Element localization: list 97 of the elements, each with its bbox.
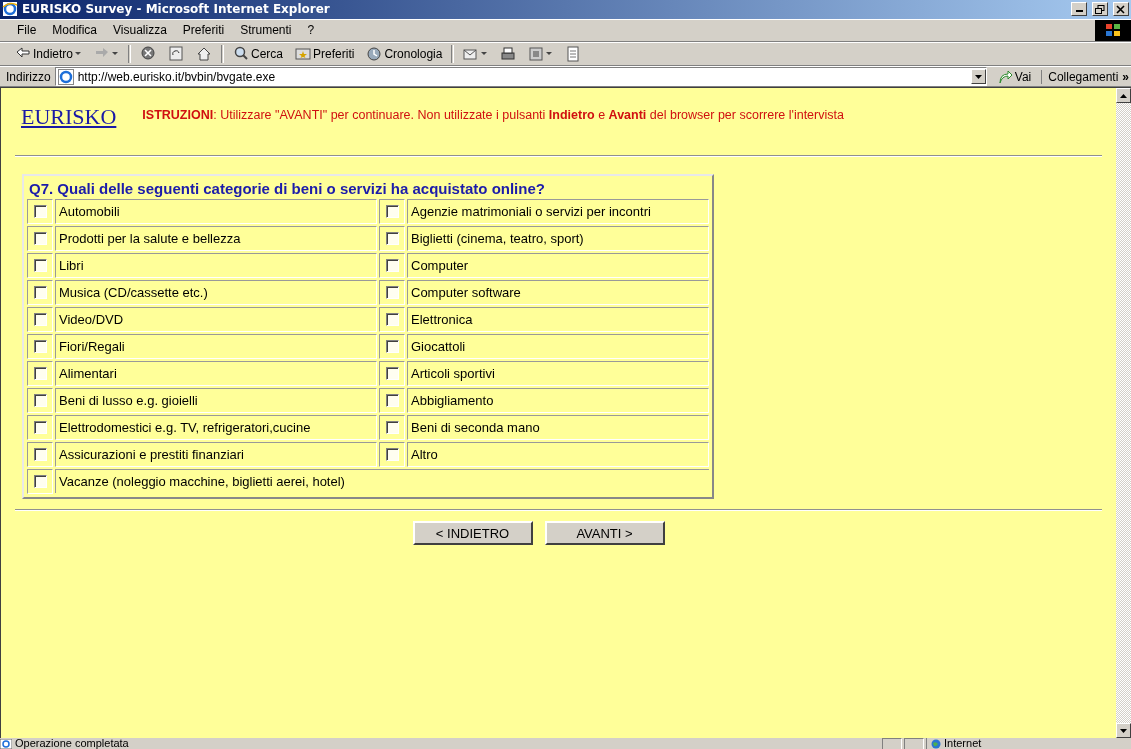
question-text: Q7. Quali delle seguenti categorie di beni o servizi ha acquistato online? <box>28 179 546 200</box>
close-button[interactable] <box>1113 2 1129 17</box>
option-label: Automobili <box>55 199 377 225</box>
address-field[interactable]: http://web.eurisko.it/bvbin/bvgate.exe <box>54 67 987 87</box>
option-label: Assicurazioni e prestiti finanziari <box>55 442 377 468</box>
option-label: Elettronica <box>407 307 709 333</box>
restore-icon <box>1095 4 1105 14</box>
go-arrow-icon <box>996 69 1013 84</box>
checkbox[interactable] <box>33 367 47 381</box>
window-title: EURISKO Survey - Microsoft Internet Explorer <box>22 2 331 17</box>
search-icon <box>233 45 250 62</box>
checkbox[interactable] <box>33 286 47 300</box>
option-label: Alimentari <box>55 361 377 387</box>
globe-icon <box>931 738 941 749</box>
restore-button[interactable] <box>1092 2 1108 17</box>
scroll-down-icon[interactable] <box>1120 728 1127 733</box>
refresh-icon <box>168 45 185 62</box>
document-icon <box>565 45 582 62</box>
option-label: Fiori/Regali <box>55 334 377 360</box>
option-label: Musica (CD/cassette etc.) <box>55 280 377 306</box>
caret-icon <box>974 74 982 79</box>
checkbox[interactable] <box>385 394 399 408</box>
windows-logo-icon <box>1095 19 1131 41</box>
history-button[interactable]: Cronologia <box>363 44 446 63</box>
zone-text: Internet <box>944 738 982 749</box>
checkbox[interactable] <box>385 313 399 327</box>
checkbox[interactable] <box>33 475 47 489</box>
checkbox[interactable] <box>385 421 399 435</box>
option-label: Articoli sportivi <box>407 361 709 387</box>
option-label: Libri <box>55 253 377 279</box>
option-label: Beni di seconda mano <box>407 415 709 441</box>
option-label: Altro <box>407 442 709 468</box>
checkbox[interactable] <box>33 259 47 273</box>
next-button[interactable]: AVANTI > <box>544 521 665 546</box>
status-panel <box>904 738 924 749</box>
checkbox[interactable] <box>33 448 47 462</box>
checkbox[interactable] <box>385 286 399 300</box>
menu-item[interactable]: ? <box>300 21 322 40</box>
history-icon <box>366 45 383 62</box>
checkbox[interactable] <box>385 232 399 246</box>
links-label[interactable]: Collegamenti <box>1041 69 1119 84</box>
option-label: Prodotti per la salute e bellezza <box>55 226 377 252</box>
go-button[interactable]: Vai <box>990 69 1038 84</box>
checkbox[interactable] <box>385 367 399 381</box>
caret-icon <box>75 51 83 56</box>
caret-icon <box>112 51 120 56</box>
search-button[interactable]: Cerca <box>230 44 287 63</box>
checkbox[interactable] <box>33 340 47 354</box>
menu-item[interactable]: Visualizza <box>106 21 174 40</box>
stop-icon <box>140 45 157 62</box>
menu-item[interactable]: File <box>10 21 44 40</box>
checkbox[interactable] <box>33 421 47 435</box>
checkbox[interactable] <box>33 232 47 246</box>
option-label: Computer <box>407 253 709 279</box>
menu-item[interactable]: Modifica <box>45 21 105 40</box>
ie-logo-icon <box>2 1 18 18</box>
option-label: Giocattoli <box>407 334 709 360</box>
caret-icon <box>481 51 489 56</box>
option-label: Biglietti (cinema, teatro, sport) <box>407 226 709 252</box>
checkbox[interactable] <box>385 259 399 273</box>
option-label: Vacanze (noleggio macchine, biglietti aerei, hotel) <box>55 469 709 494</box>
favorites-button[interactable]: Preferiti <box>292 44 358 63</box>
scroll-up-icon[interactable] <box>1120 94 1127 98</box>
minimize-button[interactable] <box>1071 2 1087 17</box>
option-label: Beni di lusso e.g. gioielli <box>55 388 377 414</box>
status-panel <box>882 738 902 749</box>
back-button[interactable]: < INDIETRO <box>412 521 533 546</box>
dropdown-button[interactable] <box>970 69 986 85</box>
menu-item[interactable]: Preferiti <box>175 21 232 40</box>
caret-icon <box>546 51 554 56</box>
checkbox[interactable] <box>385 448 399 462</box>
page-icon <box>0 738 12 749</box>
address-label: Indirizzo <box>6 69 51 84</box>
home-icon <box>196 45 213 62</box>
option-label: Computer software <box>407 280 709 306</box>
edit-icon <box>528 45 545 62</box>
option-label: Abbigliamento <box>407 388 709 414</box>
checkbox[interactable] <box>33 394 47 408</box>
logo-link[interactable]: EURISKO <box>21 104 117 131</box>
scrollbar[interactable] <box>1116 88 1131 739</box>
checkbox[interactable] <box>33 313 47 327</box>
instructions-text: ISTRUZIONI: Utilizzare "AVANTI" per continuare. Non utilizzate i pulsanti Indietro e Avanti del browser per scorrere l'intervista <box>142 108 844 123</box>
minimize-icon <box>1075 10 1083 13</box>
checkbox[interactable] <box>33 205 47 219</box>
checkbox[interactable] <box>385 340 399 354</box>
more-chevron[interactable]: » <box>1122 69 1131 84</box>
status-text: Operazione completata <box>15 738 129 749</box>
print-icon <box>500 45 517 62</box>
menu-item[interactable]: Strumenti <box>233 21 299 40</box>
back-arrow-button[interactable]: Indietro <box>12 44 86 63</box>
favorites-icon <box>295 45 312 62</box>
option-label: Agenzie matrimoniali o servizi per incontri <box>407 199 709 225</box>
checkbox[interactable] <box>385 205 399 219</box>
option-label: Elettrodomestici e.g. TV, refrigeratori,cucine <box>55 415 377 441</box>
page-icon <box>57 68 74 85</box>
option-label: Video/DVD <box>55 307 377 333</box>
close-icon <box>1116 4 1126 14</box>
